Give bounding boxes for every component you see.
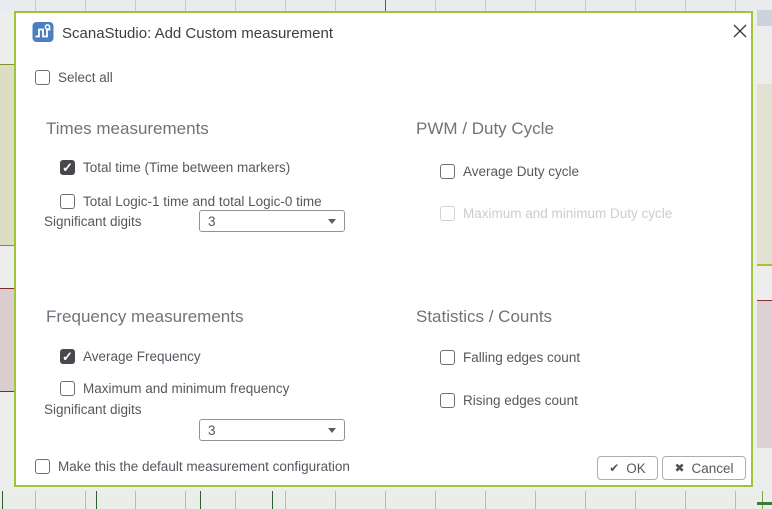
channel-band-olive: [0, 64, 14, 246]
rising-edges-row[interactable]: Rising edges count: [440, 393, 578, 408]
chevron-down-icon: [328, 427, 336, 433]
ok-button[interactable]: ✔ OK: [597, 456, 658, 480]
timeline-cursor: [385, 0, 386, 11]
times-significant-digits-label: Significant digits: [44, 214, 142, 229]
falling-edges-row[interactable]: Falling edges count: [440, 350, 580, 365]
check-icon: ✔: [609, 461, 620, 475]
select-all-label: Select all: [58, 70, 113, 85]
minmax-frequency-row[interactable]: Maximum and minimum frequency: [60, 381, 289, 396]
select-all-row[interactable]: Select all: [35, 70, 113, 85]
total-time-row[interactable]: Total time (Time between markers): [60, 160, 290, 175]
minmax-frequency-checkbox[interactable]: [60, 381, 75, 396]
section-title-statistics: Statistics / Counts: [416, 307, 553, 326]
default-config-checkbox[interactable]: [35, 459, 50, 474]
close-icon[interactable]: [732, 23, 748, 39]
timeline-ruler: [0, 0, 772, 11]
section-title-frequency: Frequency measurements: [46, 307, 244, 326]
total-logic-time-checkbox[interactable]: [60, 194, 75, 209]
minmax-duty-cycle-row: Maximum and minimum Duty cycle: [440, 206, 672, 221]
channel-band-maroon: [0, 288, 15, 392]
rising-edges-checkbox[interactable]: [440, 393, 455, 408]
dialog-title: ScanaStudio: Add Custom measurement: [62, 25, 333, 42]
section-title-pwm: PWM / Duty Cycle: [416, 119, 554, 138]
select-all-checkbox[interactable]: [35, 70, 50, 85]
times-significant-digits-select[interactable]: 3: [199, 210, 345, 232]
x-icon: ✖: [674, 461, 685, 475]
frequency-significant-digits-label: Significant digits: [44, 402, 142, 417]
average-duty-cycle-row[interactable]: Average Duty cycle: [440, 164, 579, 179]
chevron-down-icon: [328, 218, 336, 224]
frequency-significant-digits-select[interactable]: 3: [199, 419, 345, 441]
add-custom-measurement-dialog: ScanaStudio: Add Custom measurement Sele…: [14, 11, 753, 487]
falling-edges-checkbox[interactable]: [440, 350, 455, 365]
waveform-grid: [0, 491, 772, 509]
total-logic-time-row[interactable]: Total Logic-1 time and total Logic-0 tim…: [60, 194, 322, 209]
average-frequency-row[interactable]: Average Frequency: [60, 349, 201, 364]
average-duty-cycle-checkbox[interactable]: [440, 164, 455, 179]
cancel-button[interactable]: ✖ Cancel: [662, 456, 746, 480]
section-title-times: Times measurements: [46, 119, 209, 138]
default-config-row[interactable]: Make this the default measurement config…: [35, 459, 350, 474]
scanastudio-logo-icon: [32, 22, 54, 42]
total-time-checkbox[interactable]: [60, 160, 75, 175]
average-frequency-checkbox[interactable]: [60, 349, 75, 364]
minmax-duty-cycle-checkbox: [440, 206, 455, 221]
